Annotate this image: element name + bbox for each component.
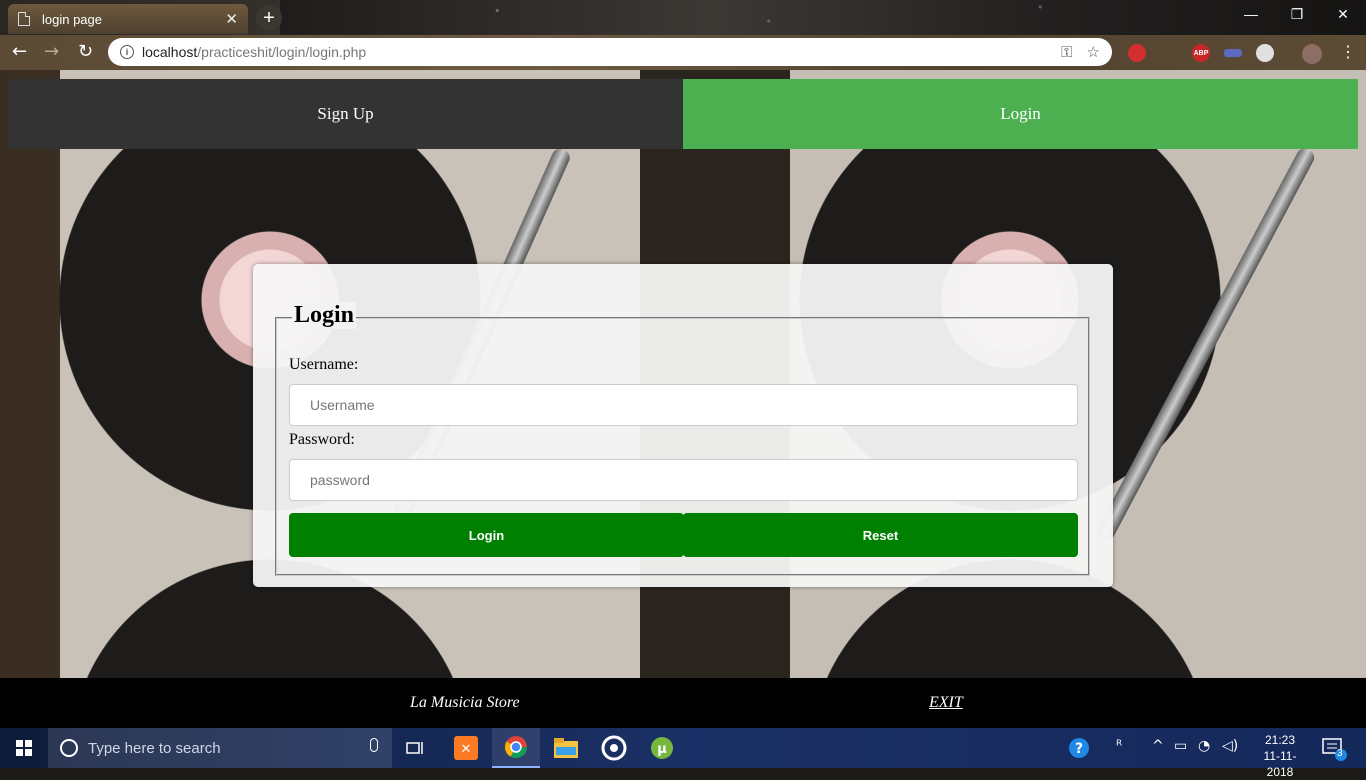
login-card: Login Username: Password: Login Reset: [253, 264, 1113, 587]
bookmark-star-icon[interactable]: ☆: [1087, 43, 1100, 61]
cortana-icon: [60, 739, 78, 757]
restore-button[interactable]: ❐: [1282, 6, 1312, 23]
windows-taskbar: Type here to search ✕ µ ? ᴿ ^ ▭ ◔ ◁) 21:…: [0, 728, 1366, 779]
task-view-icon[interactable]: [392, 728, 440, 768]
forward-arrow-icon[interactable]: →: [44, 42, 59, 62]
browser-menu-icon[interactable]: ⋮: [1340, 42, 1356, 62]
chrome-icon[interactable]: [492, 728, 540, 768]
file-explorer-icon[interactable]: [542, 728, 590, 768]
username-label: Username:: [289, 356, 359, 373]
close-window-button[interactable]: ✕: [1328, 6, 1358, 23]
wifi-icon[interactable]: ◔: [1198, 738, 1210, 754]
volume-icon[interactable]: ◁): [1222, 738, 1238, 754]
profile-avatar[interactable]: [1302, 44, 1322, 64]
login-button[interactable]: Login: [289, 513, 684, 557]
browser-chrome: login page ✕ + — ❐ ✕ ← → ↻ i localhost /…: [0, 0, 1366, 70]
microphone-icon[interactable]: [370, 738, 378, 752]
browser-tab[interactable]: login page ✕: [8, 4, 248, 34]
notification-count: 3: [1337, 748, 1343, 759]
site-info-icon[interactable]: i: [120, 45, 134, 59]
taskbar-search[interactable]: Type here to search: [48, 728, 392, 768]
store-name: La Musicia Store: [410, 694, 520, 711]
url-path: /practiceshit/login/login.php: [197, 44, 367, 60]
extension-face-icon[interactable]: [1256, 44, 1274, 62]
xampp-icon[interactable]: ✕: [442, 728, 490, 768]
minimize-button[interactable]: —: [1236, 6, 1266, 22]
taskbar-search-placeholder: Type here to search: [88, 739, 221, 757]
svg-text:✕: ✕: [461, 742, 472, 757]
url-host: localhost: [142, 44, 198, 60]
login-fieldset: Login Username: Password: Login Reset: [275, 302, 1090, 576]
reload-icon[interactable]: ↻: [78, 42, 93, 62]
password-label: Password:: [289, 431, 355, 448]
nav-login[interactable]: Login: [683, 79, 1358, 149]
action-center-icon[interactable]: [1322, 736, 1348, 766]
people-icon[interactable]: ᴿ: [1116, 738, 1122, 754]
footer: La Musicia Store EXIT: [0, 678, 1366, 728]
top-nav: Sign Up Login: [8, 79, 1358, 149]
tab-close-icon[interactable]: ✕: [225, 10, 238, 28]
username-input[interactable]: [289, 384, 1078, 426]
page-favicon-icon: [18, 12, 30, 26]
svg-text:µ: µ: [657, 742, 667, 757]
page-body: Sign Up Login Login Username: Password: …: [0, 70, 1366, 728]
tab-title: login page: [42, 11, 102, 27]
password-input[interactable]: [289, 459, 1078, 501]
reset-button[interactable]: Reset: [683, 513, 1078, 557]
media-app-icon[interactable]: [590, 728, 638, 768]
turntable-background-image-2: [1094, 145, 1317, 543]
svg-text:?: ?: [1075, 741, 1083, 757]
key-icon[interactable]: ⚿: [1061, 44, 1072, 61]
windows-start-icon[interactable]: [0, 728, 48, 768]
login-legend: Login: [292, 302, 357, 329]
chevron-up-icon[interactable]: ^: [1152, 738, 1164, 754]
system-clock[interactable]: 21:23 11-11-2018: [1255, 732, 1305, 780]
clock-time: 21:23: [1264, 733, 1296, 747]
utorrent-icon[interactable]: µ: [638, 728, 686, 768]
exit-link[interactable]: EXIT: [929, 694, 963, 712]
browser-theme-background: [280, 0, 1366, 35]
clock-date: 11-11-2018: [1263, 749, 1297, 779]
extension-icon[interactable]: [1224, 49, 1242, 57]
new-tab-button[interactable]: +: [256, 5, 282, 31]
help-icon[interactable]: ?: [1068, 737, 1090, 763]
battery-icon[interactable]: ▭: [1174, 738, 1187, 754]
back-arrow-icon[interactable]: ←: [12, 42, 27, 62]
extension-shield-icon[interactable]: [1128, 44, 1146, 62]
nav-signup[interactable]: Sign Up: [8, 79, 683, 149]
address-bar[interactable]: i localhost /practiceshit/login/login.ph…: [108, 38, 1112, 66]
browser-toolbar: ← → ↻ i localhost /practiceshit/login/lo…: [0, 35, 1366, 70]
adblock-plus-icon[interactable]: ABP: [1192, 44, 1210, 62]
